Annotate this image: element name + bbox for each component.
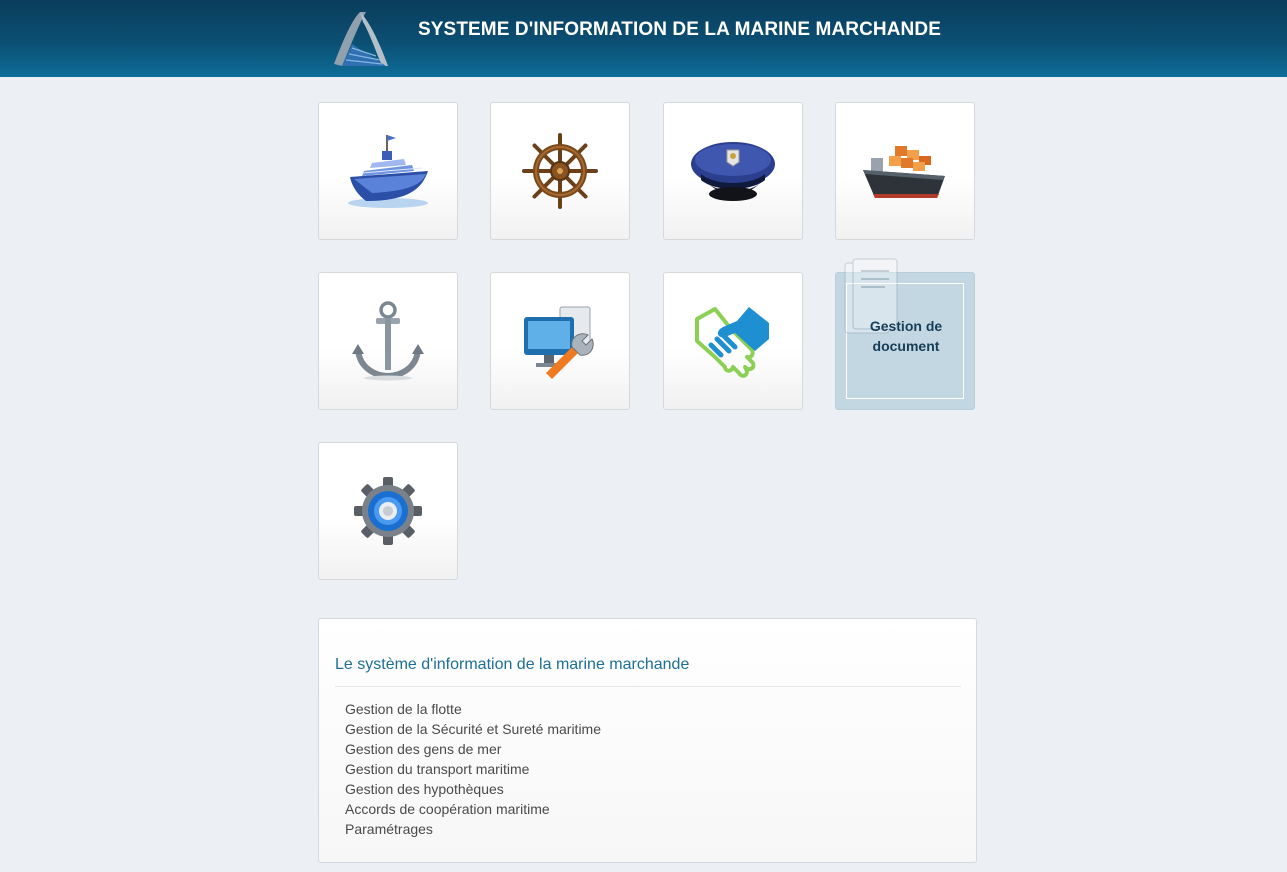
app-logo-icon [334,12,388,66]
ship-wheel-icon [522,133,598,209]
tile-cooperation-tools[interactable] [490,272,630,410]
tile-document[interactable]: Gestion de document [835,258,975,410]
captain-hat-icon [691,142,775,201]
handshake-icon [695,307,769,378]
app-title: SYSTEME D'INFORMATION DE LA MARINE MARCH… [418,19,941,40]
module-link-transport[interactable]: Gestion du transport maritime [345,759,601,779]
tile-agreements[interactable] [663,272,803,410]
tile-caption: Gestion de document [869,318,943,354]
cargo-ship-icon [863,146,945,198]
panel-title: Le système d'information de la marine ma… [335,656,690,673]
anchor-icon [352,301,424,381]
computer-tools-icon [524,306,594,379]
module-link-agreements[interactable]: Accords de coopération maritime [345,799,601,819]
tile-seafarers[interactable] [663,102,803,240]
module-link-fleet[interactable]: Gestion de la flotte [345,699,601,719]
tile-safety[interactable] [490,102,630,240]
cruise-ship-icon [348,135,428,208]
tile-settings[interactable] [318,442,458,580]
info-panel: Le système d'information de la marine ma… [318,618,977,863]
module-link-seafarers[interactable]: Gestion des gens de mer [345,739,601,759]
gear-icon [354,477,422,545]
tile-transport[interactable] [835,102,975,240]
module-link-safety[interactable]: Gestion de la Sécurité et Sureté maritim… [345,719,601,739]
tile-fleet[interactable] [318,102,458,240]
module-list: Gestion de la flotte Gestion de la Sécur… [345,699,601,839]
panel-divider [335,686,961,687]
tile-mortgages[interactable] [318,272,458,410]
module-link-settings[interactable]: Paramétrages [345,819,601,839]
header-bar: SYSTEME D'INFORMATION DE LA MARINE MARCH… [0,0,1287,77]
module-link-mortgages[interactable]: Gestion des hypothèques [345,779,601,799]
